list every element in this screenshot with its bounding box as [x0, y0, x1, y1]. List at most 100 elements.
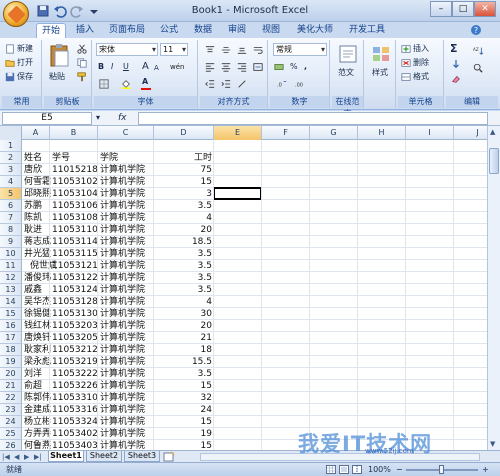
column-header-d[interactable]: D: [154, 126, 214, 140]
cell-b[interactable]: 11053203: [50, 320, 98, 332]
bold-button[interactable]: B: [98, 61, 104, 73]
row-header[interactable]: 26: [0, 440, 22, 450]
cell-b[interactable]: 11053121: [50, 260, 98, 272]
row-header[interactable]: 21: [0, 380, 22, 392]
orientation-icon[interactable]: [236, 78, 248, 90]
cell-c[interactable]: 计算机学院: [98, 188, 154, 200]
cell-c[interactable]: 计算机学院: [98, 308, 154, 320]
vertical-scrollbar[interactable]: ▲ ▼: [487, 126, 500, 450]
cell-c[interactable]: 计算机学院: [98, 272, 154, 284]
vertical-scroll-thumb[interactable]: [489, 148, 499, 174]
align-bottom-icon[interactable]: [236, 44, 248, 56]
cell-c[interactable]: 计算机学院: [98, 236, 154, 248]
row-header[interactable]: 16: [0, 320, 22, 332]
align-middle-icon[interactable]: [220, 44, 232, 56]
cell-d[interactable]: 30: [154, 308, 214, 320]
cell-c[interactable]: [98, 140, 154, 152]
page-break-view-icon[interactable]: [352, 465, 362, 474]
grow-font-button[interactable]: A: [142, 61, 149, 73]
tab-insert[interactable]: 插入: [70, 23, 100, 38]
row-header[interactable]: 5: [0, 188, 22, 200]
cell-d[interactable]: 18.5: [154, 236, 214, 248]
row-header[interactable]: 20: [0, 368, 22, 380]
cell-b[interactable]: 11053205: [50, 332, 98, 344]
cell-c[interactable]: 计算机学院: [98, 404, 154, 416]
cell-d[interactable]: 32: [154, 392, 214, 404]
row-header[interactable]: 3: [0, 164, 22, 176]
tab-data[interactable]: 数据: [188, 23, 218, 38]
tab-home[interactable]: 开始: [36, 23, 66, 38]
row-header[interactable]: 14: [0, 296, 22, 308]
cell-b[interactable]: 11053403: [50, 440, 98, 450]
help-icon[interactable]: ?: [470, 24, 482, 36]
cell-d[interactable]: 15: [154, 380, 214, 392]
zoom-out-icon[interactable]: −: [396, 464, 403, 476]
cell-d[interactable]: 15: [154, 176, 214, 188]
spreadsheet-grid[interactable]: ABCDEFGHIJ 1 2 姓名 学号 学院 工时 3 唐欣 11015218 计算机学院 75 4…: [0, 126, 500, 450]
font-color-button[interactable]: A: [142, 76, 148, 88]
cell-b[interactable]: 11053124: [50, 284, 98, 296]
autosum-button[interactable]: Σ: [450, 43, 458, 55]
row-header[interactable]: 9: [0, 236, 22, 248]
row-header[interactable]: 17: [0, 332, 22, 344]
comma-button[interactable]: ,: [304, 61, 307, 73]
zoom-level[interactable]: 100%: [368, 464, 391, 476]
row-header[interactable]: 2: [0, 152, 22, 164]
row-header[interactable]: 12: [0, 272, 22, 284]
cell-c[interactable]: 计算机学院: [98, 212, 154, 224]
cell-b[interactable]: 11053102: [50, 176, 98, 188]
shrink-font-button[interactable]: A: [154, 62, 159, 74]
formula-input[interactable]: [138, 112, 488, 125]
scroll-down-icon[interactable]: ▼: [490, 440, 495, 448]
align-center-icon[interactable]: [220, 61, 232, 73]
cell-d[interactable]: 21: [154, 332, 214, 344]
column-header-f[interactable]: F: [262, 126, 310, 140]
cell-d[interactable]: 3.5: [154, 200, 214, 212]
tab-beautify[interactable]: 美化大师: [292, 23, 338, 38]
cell-c[interactable]: 计算机学院: [98, 248, 154, 260]
cell-b[interactable]: 11053115: [50, 248, 98, 260]
cut-icon[interactable]: [76, 43, 88, 55]
cell-c[interactable]: 计算机学院: [98, 176, 154, 188]
tab-view[interactable]: 视图: [256, 23, 286, 38]
cell-b[interactable]: 11053316: [50, 404, 98, 416]
sheet-tab-sheet3[interactable]: Sheet3: [124, 451, 160, 462]
cell-c[interactable]: 计算机学院: [98, 428, 154, 440]
cell-d[interactable]: 4: [154, 296, 214, 308]
maximize-button[interactable]: □: [452, 1, 474, 17]
italic-button[interactable]: I: [111, 61, 113, 73]
normal-view-icon[interactable]: [326, 465, 336, 474]
insert-function-button[interactable]: fx: [118, 112, 127, 124]
cell-b[interactable]: 11053226: [50, 380, 98, 392]
cell-b[interactable]: 11053110: [50, 224, 98, 236]
row-header[interactable]: 23: [0, 404, 22, 416]
wrap-text-icon[interactable]: [252, 44, 264, 56]
number-format-select[interactable]: 常规: [273, 43, 327, 56]
borders-icon[interactable]: [98, 78, 110, 90]
cell-c[interactable]: 计算机学院: [98, 164, 154, 176]
tab-developer[interactable]: 开发工具: [344, 23, 390, 38]
cell-d[interactable]: [154, 140, 214, 152]
cell-d[interactable]: 19: [154, 428, 214, 440]
cell-c[interactable]: 计算机学院: [98, 440, 154, 450]
cell-d[interactable]: 工时: [154, 152, 214, 164]
find-select-icon[interactable]: [472, 62, 484, 74]
cell-d[interactable]: 15.5: [154, 356, 214, 368]
cell-b[interactable]: 11053310: [50, 392, 98, 404]
column-header-b[interactable]: B: [50, 126, 98, 140]
insert-sheet-icon[interactable]: [163, 452, 175, 462]
scroll-up-icon[interactable]: ▲: [490, 128, 495, 136]
fill-color-icon[interactable]: [120, 78, 132, 90]
column-header-e[interactable]: E: [214, 126, 262, 140]
tab-formulas[interactable]: 公式: [154, 23, 184, 38]
cell-c[interactable]: 计算机学院: [98, 332, 154, 344]
cell-d[interactable]: 15: [154, 416, 214, 428]
row-header[interactable]: 6: [0, 200, 22, 212]
office-button[interactable]: [3, 1, 29, 27]
sort-filter-icon[interactable]: AZ: [472, 45, 484, 57]
underline-button[interactable]: U: [123, 61, 129, 73]
row-header[interactable]: 24: [0, 416, 22, 428]
row-header[interactable]: 22: [0, 392, 22, 404]
cell-d[interactable]: 3.5: [154, 284, 214, 296]
cell-d[interactable]: 20: [154, 320, 214, 332]
